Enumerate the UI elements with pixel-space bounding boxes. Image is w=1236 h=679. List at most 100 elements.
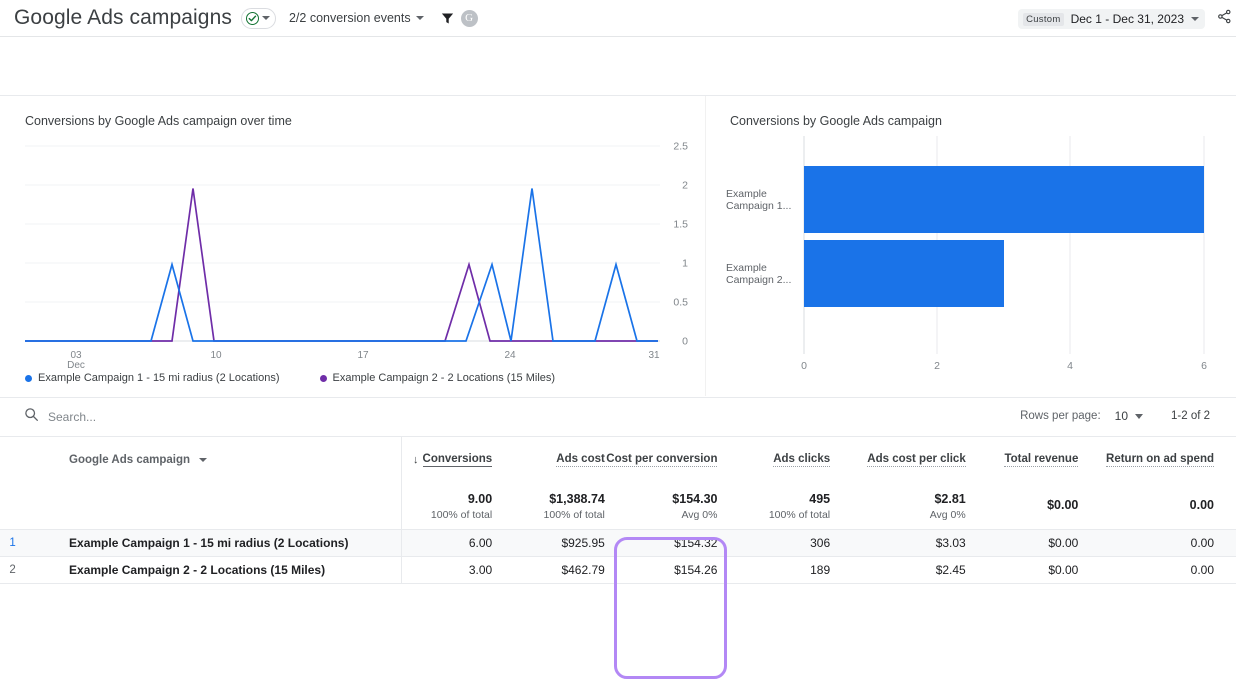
svg-text:2: 2	[682, 180, 688, 192]
pagination-controls: Rows per page: 10 1-2 of 2	[1020, 409, 1210, 423]
conversion-events-selector[interactable]: 2/2 conversion events	[289, 11, 424, 25]
cell-ads-cost: $462.79	[514, 557, 627, 584]
column-header-cost-per-conversion[interactable]: Cost per conversion	[627, 437, 740, 483]
column-header-ads-clicks[interactable]: Ads clicks	[739, 437, 852, 483]
row-dimension[interactable]: Example Campaign 2 - 2 Locations (15 Mil…	[25, 557, 402, 584]
summary-value: 0.00	[1190, 498, 1214, 512]
column-header-ads-cost-per-click[interactable]: Ads cost per click	[852, 437, 988, 483]
dimension-header[interactable]: Google Ads campaign	[25, 437, 402, 483]
summary-value: $2.81	[934, 492, 965, 506]
line-chart[interactable]: 2.5 2 1.5 1 0.5 0 03 Dec 10 17 24 31	[0, 136, 706, 371]
legend-item[interactable]: Example Campaign 2 - 2 Locations (15 Mil…	[320, 372, 556, 384]
pagination-range: 1-2 of 2	[1171, 410, 1210, 422]
svg-text:6: 6	[1201, 360, 1207, 372]
svg-text:31: 31	[648, 350, 660, 361]
grid-lines	[25, 146, 660, 341]
summary-cell-total-revenue: $0.00	[988, 483, 1101, 530]
cell-total-revenue: $0.00	[988, 557, 1101, 584]
bar-chart[interactable]: Example Campaign 1... Example Campaign 2…	[706, 136, 1236, 376]
summary-index-cell	[0, 483, 25, 530]
summary-subtext: 100% of total	[544, 509, 605, 521]
chart-card-bar: Conversions by Google Ads campaign Examp…	[706, 96, 1236, 396]
x-axis-tick-labels: 03 Dec 10 17 24 31	[67, 350, 660, 371]
column-label: Ads clicks	[773, 453, 830, 467]
row-dimension[interactable]: Example Campaign 1 - 15 mi radius (2 Loc…	[25, 530, 402, 557]
summary-value: $0.00	[1047, 498, 1078, 512]
summary-cell-ads-clicks: 495 100% of total	[739, 483, 852, 530]
svg-text:2: 2	[934, 360, 940, 372]
report-canvas: Conversions by Google Ads campaign over …	[0, 95, 1236, 592]
column-label: Total revenue	[1004, 453, 1078, 467]
date-range-value: Dec 1 - Dec 31, 2023	[1071, 12, 1184, 26]
chevron-down-icon[interactable]	[199, 458, 207, 462]
svg-text:10: 10	[210, 350, 222, 361]
category-labels: Example Campaign 1... Example Campaign 2…	[726, 188, 791, 286]
table-row[interactable]: 1 Example Campaign 1 - 15 mi radius (2 L…	[0, 530, 1236, 557]
svg-text:Campaign 2...: Campaign 2...	[726, 274, 791, 286]
svg-text:0: 0	[682, 336, 688, 348]
table-summary: 9.00 100% of total $1,388.74 100% of tot…	[0, 483, 1236, 530]
svg-text:Example: Example	[726, 262, 767, 274]
summary-subtext: Avg 0%	[930, 509, 966, 521]
dimension-header-label: Google Ads campaign	[69, 454, 190, 466]
cell-ads-cost-per-click: $2.45	[852, 557, 988, 584]
account-avatar[interactable]: G	[461, 10, 478, 27]
data-freshness-chip[interactable]	[241, 8, 276, 29]
column-label: Ads cost per click	[867, 453, 965, 467]
chevron-down-icon[interactable]	[1191, 17, 1199, 21]
chevron-down-icon[interactable]	[262, 16, 270, 20]
svg-text:Dec: Dec	[67, 360, 85, 371]
svg-text:2.5: 2.5	[673, 141, 688, 153]
column-label: Conversions	[423, 453, 493, 467]
line-series-campaign-1	[25, 189, 658, 342]
table-row[interactable]: 2 Example Campaign 2 - 2 Locations (15 M…	[0, 557, 1236, 584]
cell-ads-clicks: 306	[739, 530, 852, 557]
chart-title-bar: Conversions by Google Ads campaign	[730, 114, 942, 128]
svg-text:0: 0	[801, 360, 807, 372]
legend-color-dot	[320, 375, 327, 382]
summary-subtext: 100% of total	[431, 509, 492, 521]
line-series-campaign-2	[25, 189, 658, 342]
search-icon	[24, 407, 39, 427]
line-chart-legend: Example Campaign 1 - 15 mi radius (2 Loc…	[25, 372, 555, 384]
chevron-down-icon[interactable]	[1135, 414, 1143, 419]
chart-card-line: Conversions by Google Ads campaign over …	[0, 96, 706, 396]
share-icon[interactable]	[1217, 9, 1232, 29]
date-range-badge: Custom	[1023, 13, 1064, 26]
search-input[interactable]: Search...	[24, 407, 96, 427]
summary-subtext: Avg 0%	[681, 509, 717, 521]
summary-cell-ads-cost: $1,388.74 100% of total	[514, 483, 627, 530]
row-index: 2	[0, 557, 25, 584]
svg-text:1.5: 1.5	[673, 219, 688, 231]
rows-per-page-value[interactable]: 10	[1115, 409, 1128, 423]
date-range-selector[interactable]: Custom Dec 1 - Dec 31, 2023	[1018, 9, 1205, 29]
x-axis-tick-labels: 0 2 4 6	[801, 360, 1207, 372]
column-header-return-on-ad-spend[interactable]: Return on ad spend	[1100, 437, 1236, 483]
column-header-total-revenue[interactable]: Total revenue	[988, 437, 1101, 483]
svg-text:4: 4	[1067, 360, 1073, 372]
summary-cell-cost-per-conversion: $154.30 Avg 0%	[627, 483, 740, 530]
svg-text:Example: Example	[726, 188, 767, 200]
legend-label: Example Campaign 1 - 15 mi radius (2 Loc…	[38, 372, 280, 384]
column-header-conversions[interactable]: ↓ Conversions	[402, 437, 515, 483]
summary-value: $154.30	[672, 492, 717, 506]
sort-desc-icon: ↓	[413, 454, 419, 466]
page-title: Google Ads campaigns	[14, 6, 232, 30]
cell-ads-clicks: 189	[739, 557, 852, 584]
svg-text:0.5: 0.5	[673, 297, 688, 309]
table-header: Google Ads campaign ↓ Conversions Ads co…	[0, 437, 1236, 483]
legend-item[interactable]: Example Campaign 1 - 15 mi radius (2 Loc…	[25, 372, 280, 384]
svg-text:24: 24	[504, 350, 516, 361]
summary-cell-return-on-ad-spend: 0.00	[1100, 483, 1236, 530]
filter-funnel-icon[interactable]	[440, 11, 455, 26]
summary-value: $1,388.74	[549, 492, 605, 506]
bar-campaign-1	[804, 166, 1204, 233]
rows-per-page-label: Rows per page:	[1020, 410, 1101, 422]
table-body: 1 Example Campaign 1 - 15 mi radius (2 L…	[0, 530, 1236, 584]
check-circle-icon	[246, 12, 259, 25]
legend-label: Example Campaign 2 - 2 Locations (15 Mil…	[333, 372, 556, 384]
svg-text:Campaign 1...: Campaign 1...	[726, 200, 791, 212]
canvas-top-spacer	[0, 37, 1236, 95]
y-axis-tick-labels: 2.5 2 1.5 1 0.5 0	[673, 141, 688, 348]
chevron-down-icon[interactable]	[416, 16, 424, 20]
